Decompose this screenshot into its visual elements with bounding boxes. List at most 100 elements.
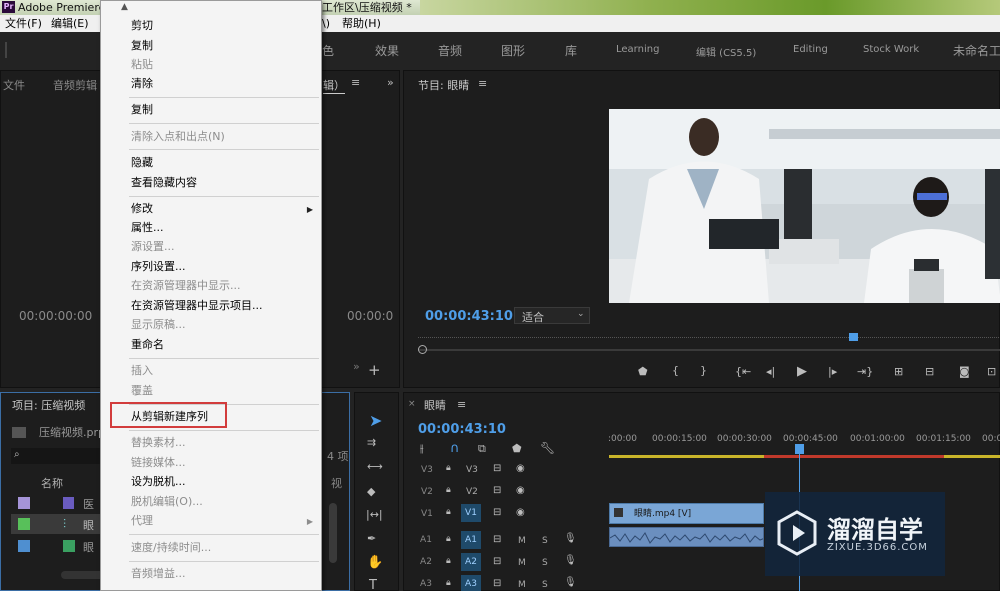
video-clip[interactable]: 眼睛.mp4 [V] <box>609 503 764 524</box>
track-select-icon[interactable]: ⇉ <box>367 437 376 448</box>
menu-item-view-hidden[interactable]: 查看隐藏内容 <box>131 174 197 192</box>
menu-item-paste[interactable]: 粘贴 <box>131 56 153 74</box>
play-icon[interactable]: ▶ <box>797 365 807 378</box>
linked-selection-icon[interactable]: ⧉ <box>478 443 486 454</box>
menu-item-properties[interactable]: 属性... <box>131 219 164 237</box>
eye-icon[interactable]: ◉ <box>516 508 525 518</box>
menu-item-overwrite[interactable]: 覆盖 <box>131 382 153 400</box>
menu-item-speed-duration[interactable]: 速度/持续时间... <box>131 539 211 557</box>
add-marker-icon[interactable]: ⬟ <box>638 366 648 377</box>
lock-icon[interactable]: 🔒︎ <box>446 557 451 566</box>
lock-icon[interactable]: 🔒︎ <box>446 464 451 473</box>
menu-item-copy[interactable]: 复制 <box>131 37 153 55</box>
menu-item-audio-gain[interactable]: 音频增益... <box>131 565 186 583</box>
button-editor-icon[interactable]: ⊡ <box>987 366 996 377</box>
close-tab-icon[interactable]: × <box>408 400 416 409</box>
sync-lock-icon[interactable]: ⊟ <box>493 579 501 589</box>
project-search-input[interactable]: ⌕ <box>11 448 101 464</box>
menu-item-hide[interactable]: 隐藏 <box>131 154 153 172</box>
panel-menu-icon[interactable]: ≡ <box>351 77 360 88</box>
workspace-editing[interactable]: Editing <box>793 44 828 55</box>
mute-button[interactable]: M <box>518 558 526 568</box>
lock-icon[interactable]: 🔒︎ <box>446 508 451 517</box>
workspace-libraries[interactable]: 库 <box>565 42 577 59</box>
mute-button[interactable]: M <box>518 536 526 546</box>
razor-tool-icon[interactable]: ◆ <box>367 486 375 497</box>
sync-lock-icon[interactable]: ⊟ <box>493 508 501 518</box>
menu-item-insert[interactable]: 插入 <box>131 362 153 380</box>
workspace-learning[interactable]: Learning <box>616 44 659 55</box>
source-patch-a3[interactable]: A3 <box>416 575 436 591</box>
microphone-icon[interactable]: 🎙︎ <box>564 578 577 588</box>
eye-icon[interactable]: ◉ <box>516 464 525 474</box>
lock-icon[interactable]: 🔒︎ <box>446 579 451 588</box>
source-patch-v3[interactable]: V3 <box>421 465 433 475</box>
timeline-menu-icon[interactable]: ≡ <box>457 399 466 410</box>
sync-lock-icon[interactable]: ⊟ <box>493 535 501 545</box>
audio-clip[interactable] <box>609 527 764 547</box>
source-patch-v1[interactable]: V1 <box>421 509 433 519</box>
menu-item-replace-footage[interactable]: 替换素材... <box>131 434 186 452</box>
wrench-icon[interactable]: 🔧︎ <box>540 442 555 454</box>
microphone-icon[interactable]: 🎙︎ <box>564 556 577 566</box>
eye-icon[interactable]: ◉ <box>516 486 525 496</box>
step-forward-icon[interactable]: |▸ <box>828 366 837 377</box>
tab-file[interactable]: 文件 <box>3 77 25 93</box>
project-scrollbar[interactable] <box>329 503 337 563</box>
program-menu-icon[interactable]: ≡ <box>478 78 487 89</box>
fit-dropdown[interactable]: 适合 ⌄ <box>514 307 590 324</box>
workspace-effects[interactable]: 效果 <box>375 42 399 59</box>
solo-button[interactable]: S <box>542 536 548 546</box>
sync-lock-icon[interactable]: ⊟ <box>493 557 501 567</box>
menu-item-clear-in-out[interactable]: 清除入点和出点(N) <box>131 128 225 146</box>
snap-nest-icon[interactable]: ⫲ <box>420 443 424 454</box>
sync-lock-icon[interactable]: ⊟ <box>493 464 501 474</box>
add-marker-icon[interactable]: ⬟ <box>512 443 522 454</box>
menu-item-sequence-settings[interactable]: 序列设置... <box>131 258 186 276</box>
menu-item-link-media[interactable]: 链接媒体... <box>131 454 186 472</box>
menu-help[interactable]: 帮助(H) <box>342 15 381 32</box>
solo-button[interactable]: S <box>542 558 548 568</box>
export-frame-icon[interactable]: ◙ <box>959 366 970 377</box>
track-name-v3[interactable]: V3 <box>466 465 478 475</box>
track-name-a1[interactable]: A1 <box>461 531 481 549</box>
snap-icon[interactable]: ∩ <box>450 441 460 456</box>
workspace-color[interactable]: 色 <box>322 42 334 59</box>
list-item[interactable]: 医 <box>11 493 101 513</box>
type-tool-icon[interactable]: T <box>369 579 377 591</box>
menu-item-source-settings[interactable]: 源设置... <box>131 238 175 256</box>
scrubber-track[interactable] <box>418 349 1000 351</box>
workspace-edit-cs55[interactable]: 编辑 (CS5.5) <box>696 44 756 59</box>
extract-icon[interactable]: ⊟ <box>925 366 934 377</box>
microphone-icon[interactable]: 🎙︎ <box>564 534 577 544</box>
sync-lock-icon[interactable]: ⊟ <box>493 486 501 496</box>
menu-edit[interactable]: 编辑(E) <box>51 15 89 32</box>
menu-item-reveal-in-explorer[interactable]: 在资源管理器中显示... <box>131 277 241 295</box>
menu-item-proxy[interactable]: 代理 <box>131 512 153 530</box>
menu-item-clear[interactable]: 清除 <box>131 75 153 93</box>
go-to-in-icon[interactable]: {⇤ <box>735 366 751 377</box>
workspace-stock-work[interactable]: Stock Work <box>863 44 919 55</box>
track-name-a3[interactable]: A3 <box>461 575 481 591</box>
step-back-icon[interactable]: ◂| <box>766 366 775 377</box>
menu-item-rename[interactable]: 重命名 <box>131 336 164 354</box>
solo-button[interactable]: S <box>542 580 548 590</box>
source-patch-a2[interactable]: A2 <box>416 553 436 571</box>
menu-item-show-original[interactable]: 显示原稿... <box>131 316 186 334</box>
mark-in-icon[interactable]: { <box>672 365 679 376</box>
lift-icon[interactable]: ⊞ <box>894 366 903 377</box>
menu-file[interactable]: 文件(F) <box>5 15 42 32</box>
selection-tool-icon[interactable]: ➤ <box>369 411 382 430</box>
mute-button[interactable]: M <box>518 580 526 590</box>
menu-item-edit-offline[interactable]: 脱机编辑(O)... <box>131 493 203 511</box>
workspace-graphics[interactable]: 图形 <box>501 42 525 59</box>
column-name-header[interactable]: 名称 <box>41 475 63 491</box>
playhead-marker[interactable] <box>849 333 858 341</box>
slip-tool-icon[interactable]: |↔| <box>366 509 383 520</box>
more-controls-icon[interactable]: » <box>353 361 360 372</box>
lock-icon[interactable]: 🔒︎ <box>446 486 451 495</box>
add-button-icon[interactable]: + <box>368 363 381 378</box>
workspace-untitled[interactable]: 未命名工 <box>953 42 1000 59</box>
tab-sequence-partial[interactable]: 辑） <box>323 77 345 94</box>
track-name-v1[interactable]: V1 <box>461 504 481 522</box>
